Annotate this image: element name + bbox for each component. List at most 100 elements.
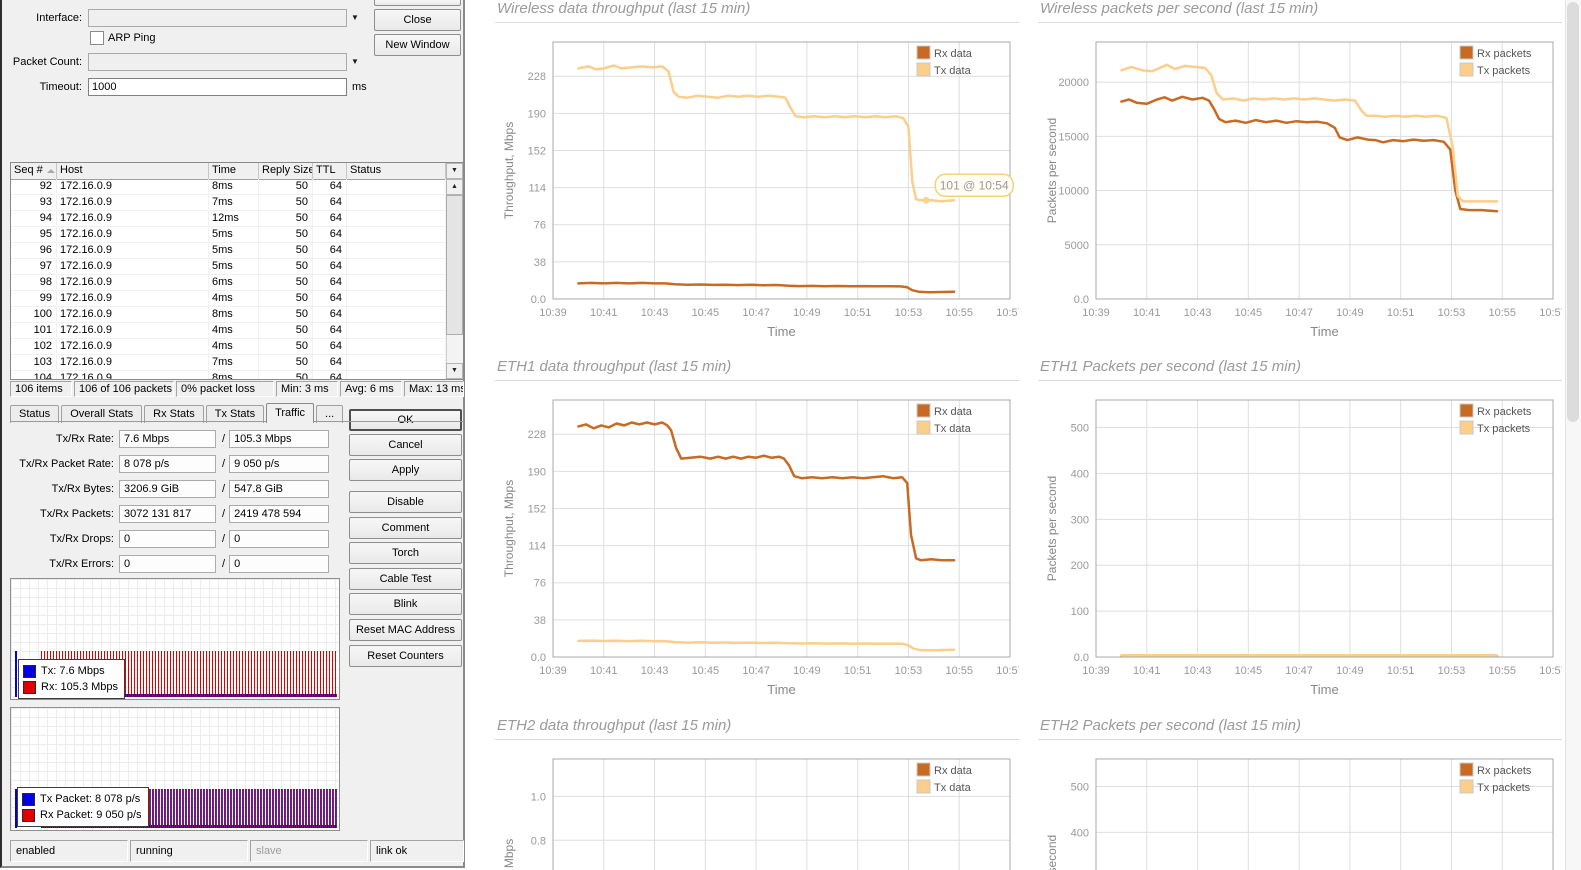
rx-value-box[interactable]: 0 <box>229 530 330 548</box>
table-row[interactable]: 104 172.16.0.9 8ms 50 64 <box>11 371 446 379</box>
cable-test-button[interactable]: Cable Test <box>349 568 462 590</box>
arp-ping-checkbox[interactable] <box>90 31 104 45</box>
cell-status <box>347 259 446 274</box>
table-row[interactable]: 103 172.16.0.9 7ms 50 64 <box>11 355 446 371</box>
packet-graph-panel: Tx Packet: 8 078 p/s Rx Packet: 9 050 p/s <box>10 707 340 831</box>
rx-value-box[interactable]: 9 050 p/s <box>229 455 330 473</box>
tx-value-box[interactable]: 0 <box>119 530 216 548</box>
chart-block: ETH2 Packets per second (last 15 min) 10:… <box>1038 717 1562 870</box>
cell-reply_size: 50 <box>259 211 313 226</box>
tx-value-box[interactable]: 3072 131 817 <box>119 505 216 523</box>
svg-text:114: 114 <box>528 183 546 195</box>
field-label: Tx/Rx Drops: <box>49 533 114 545</box>
page-scrollbar-thumb[interactable] <box>1567 2 1579 422</box>
interface-combo[interactable] <box>88 9 347 27</box>
scrollbar-thumb[interactable] <box>446 195 463 335</box>
rx-value-box[interactable]: 105.3 Mbps <box>229 430 330 448</box>
table-row[interactable]: 102 172.16.0.9 4ms 50 64 <box>11 339 446 355</box>
column-header-time[interactable]: Time <box>209 163 259 179</box>
comment-button[interactable]: Comment <box>349 517 462 539</box>
cell-time: 5ms <box>209 259 259 274</box>
column-header-host[interactable]: Host <box>57 163 209 179</box>
cell-time: 7ms <box>209 195 259 210</box>
torch-button[interactable]: Torch <box>349 542 462 564</box>
svg-text:10:43: 10:43 <box>1184 307 1212 319</box>
cell-host: 172.16.0.9 <box>57 195 209 210</box>
table-row[interactable]: 92 172.16.0.9 8ms 50 64 <box>11 179 446 195</box>
scroll-down-button[interactable]: ▼ <box>446 363 463 379</box>
table-row[interactable]: 98 172.16.0.9 6ms 50 64 <box>11 275 446 291</box>
rx-value-box[interactable]: 547.8 GiB <box>229 480 330 498</box>
tx-value-box[interactable]: 0 <box>119 555 216 573</box>
footer-cell-enabled: enabled <box>10 840 128 862</box>
chart-title: ETH2 data throughput (last 15 min) <box>497 717 732 734</box>
svg-text:10:39: 10:39 <box>1082 665 1110 677</box>
cell-host: 172.16.0.9 <box>57 291 209 306</box>
reset-mac-address-button[interactable]: Reset MAC Address <box>349 619 462 641</box>
reset-counters-button[interactable]: Reset Counters <box>349 645 462 667</box>
table-row[interactable]: 99 172.16.0.9 4ms 50 64 <box>11 291 446 307</box>
legend-label: Rx: 105.3 Mbps <box>41 681 119 693</box>
new-window-button[interactable]: New Window <box>374 34 461 56</box>
cancel-button[interactable]: Cancel <box>349 434 462 456</box>
table-row[interactable]: 97 172.16.0.9 5ms 50 64 <box>11 259 446 275</box>
legend-label: Tx: 7.6 Mbps <box>41 665 105 677</box>
table-row[interactable]: 93 172.16.0.9 7ms 50 64 <box>11 195 446 211</box>
table-row[interactable]: 95 172.16.0.9 5ms 50 64 <box>11 227 446 243</box>
svg-text:5000: 5000 <box>1065 240 1089 252</box>
packet-count-dropdown-icon[interactable]: ▼ <box>351 57 359 66</box>
tab-traffic[interactable]: Traffic <box>266 403 315 423</box>
scroll-up-button[interactable]: ▲ <box>446 179 463 195</box>
rx-value-box[interactable]: 2419 478 594 <box>229 505 330 523</box>
close-button[interactable]: Close <box>374 9 461 31</box>
table-row[interactable]: 94 172.16.0.9 12ms 50 64 <box>11 211 446 227</box>
timeout-input[interactable]: 1000 <box>88 78 347 96</box>
legend-swatch <box>22 808 35 822</box>
column-header-reply-size[interactable]: Reply Size <box>259 163 313 179</box>
svg-text:10:43: 10:43 <box>641 665 669 677</box>
ok-button[interactable]: OK <box>349 409 462 431</box>
tx-value-box[interactable]: 7.6 Mbps <box>119 430 216 448</box>
cell-seq: 97 <box>11 259 57 274</box>
svg-text:10:39: 10:39 <box>539 665 567 677</box>
legend-swatch <box>22 792 35 806</box>
tx-value-box[interactable]: 8 078 p/s <box>119 455 216 473</box>
svg-text:100: 100 <box>1071 606 1089 618</box>
svg-text:10:45: 10:45 <box>692 665 720 677</box>
cell-seq: 104 <box>11 371 57 379</box>
table-row[interactable]: 96 172.16.0.9 5ms 50 64 <box>11 243 446 259</box>
chart-tooltip: 101 @ 10:54 <box>940 178 1009 192</box>
column-header-status[interactable]: Status <box>347 163 446 179</box>
cell-seq: 95 <box>11 227 57 242</box>
apply-button[interactable]: Apply <box>349 459 462 481</box>
title-divider <box>495 380 1019 381</box>
interface-dropdown-icon[interactable]: ▼ <box>351 13 359 22</box>
svg-text:190: 190 <box>528 466 546 478</box>
rx-value-box[interactable]: 0 <box>229 555 330 573</box>
svg-text:500: 500 <box>1071 423 1089 435</box>
table-row[interactable]: 100 172.16.0.9 8ms 50 64 <box>11 307 446 323</box>
tx-value-box[interactable]: 3206.9 GiB <box>119 480 216 498</box>
ping-table-header[interactable]: Seq # Host Time Reply Size TTL Status <box>11 163 446 180</box>
legend-swatch <box>23 664 36 678</box>
cell-time: 6ms <box>209 275 259 290</box>
column-header-seq-[interactable]: Seq # <box>11 163 57 179</box>
legend-label: Rx Packet: 9 050 p/s <box>40 809 142 821</box>
ping-table-body[interactable]: 92 172.16.0.9 8ms 50 64 93 172.16.0.9 7ms 50 64 94… <box>11 179 446 379</box>
svg-text:10000: 10000 <box>1058 186 1089 198</box>
column-header-ttl[interactable]: TTL <box>313 163 347 179</box>
cutoff-button[interactable] <box>374 0 461 6</box>
packet-count-combo[interactable] <box>88 53 347 71</box>
chart-canvas: 10:39 10:41 10:43 10:45 10:47 10:49 10:51 10:53… <box>1038 388 1567 705</box>
cell-ttl: 64 <box>313 291 347 306</box>
traffic-field-row: Tx/Rx Drops: 0/0 <box>2 530 346 548</box>
svg-text:76: 76 <box>534 220 546 232</box>
timeout-label: Timeout: <box>39 81 82 93</box>
svg-text:10:53: 10:53 <box>895 307 923 319</box>
svg-text:10:49: 10:49 <box>1336 307 1364 319</box>
svg-text:10:43: 10:43 <box>641 307 669 319</box>
disable-button[interactable]: Disable <box>349 491 462 513</box>
table-row[interactable]: 101 172.16.0.9 4ms 50 64 <box>11 323 446 339</box>
blink-button[interactable]: Blink <box>349 593 462 615</box>
column-filter-button[interactable]: ▼ <box>446 163 463 179</box>
